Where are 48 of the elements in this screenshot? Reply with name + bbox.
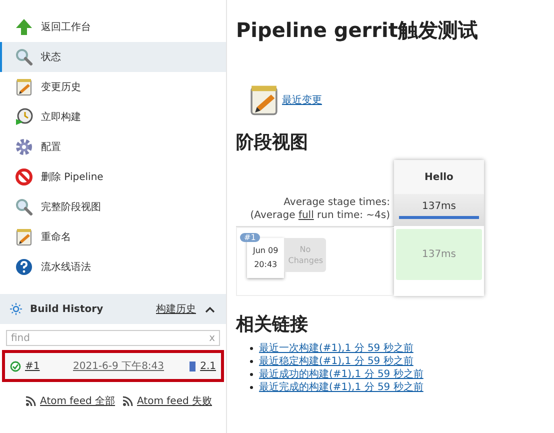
notepad-icon [15, 228, 33, 246]
sidebar-item[interactable]: 流水线语法 [0, 252, 226, 282]
build-link[interactable]: 最近成功的构建(#1),1 分 59 秒之前 [259, 368, 424, 381]
sidebar-item[interactable]: 完整阶段视图 [0, 192, 226, 222]
atom-feed-link[interactable]: Atom feed 全部 [40, 394, 116, 408]
sidebar-item[interactable]: 删除 Pipeline [0, 162, 226, 192]
sidebar-item[interactable]: 重命名 [0, 222, 226, 252]
average-run-time: (Average full run time: ~4s) [250, 210, 390, 221]
page-title: Pipeline gerrit触发测试 [236, 17, 479, 44]
build-link[interactable]: 最近完成的构建(#1),1 分 59 秒之前 [259, 381, 424, 394]
document-icon [189, 360, 196, 372]
no-entry-icon [15, 168, 33, 186]
sidebar-item[interactable]: 返回工作台 [0, 12, 226, 42]
clock-icon [15, 108, 33, 126]
version-link[interactable]: 2.1 [200, 360, 216, 372]
run-badge: #1 [240, 233, 260, 242]
build-history-title: Build History [30, 304, 104, 314]
sidebar-item[interactable]: 立即构建 [0, 102, 226, 132]
atom-feed-link[interactable]: Atom feed 失败 [137, 394, 212, 408]
notepad-icon [15, 78, 33, 96]
feed-icon [123, 396, 134, 406]
recent-changes-link[interactable]: 最近变更 [282, 93, 322, 107]
stage-name: Hello [394, 160, 484, 194]
sidebar-item[interactable]: 配置 [0, 132, 226, 162]
gear-icon [15, 138, 33, 156]
build-link[interactable]: 最近一次构建(#1),1 分 59 秒之前 [259, 342, 414, 355]
stage-cell: 137ms [396, 229, 482, 280]
notepad-icon [248, 84, 280, 116]
sidebar-item[interactable]: 变更历史 [0, 72, 226, 102]
no-changes: No Changes [284, 238, 326, 272]
stage-average: 137ms [422, 201, 456, 212]
sidebar-item[interactable]: 状态 [0, 42, 226, 72]
chevron-icon[interactable] [204, 306, 216, 312]
up-arrow-icon [15, 18, 33, 36]
feed-icon [26, 396, 36, 406]
section-heading: 阶段视图 [236, 131, 309, 154]
sun-icon [10, 303, 22, 315]
build-row[interactable]: #1 2021-6-9 下午8:43 2.1 [2, 350, 224, 382]
search-icon [15, 48, 33, 66]
build-history-link[interactable]: 构建历史 [156, 302, 196, 316]
check-circle-icon [10, 360, 21, 372]
build-link[interactable]: 最近稳定构建(#1),1 分 59 秒之前 [259, 355, 414, 368]
help-icon [15, 258, 33, 276]
section-heading: 相关链接 [236, 313, 309, 336]
search-icon [15, 198, 33, 216]
average-stage-times: Average stage times: [284, 197, 390, 208]
build-time: 2021-6-9 下午8:43 [73, 360, 166, 373]
build-number-link[interactable]: #1 [25, 360, 69, 372]
